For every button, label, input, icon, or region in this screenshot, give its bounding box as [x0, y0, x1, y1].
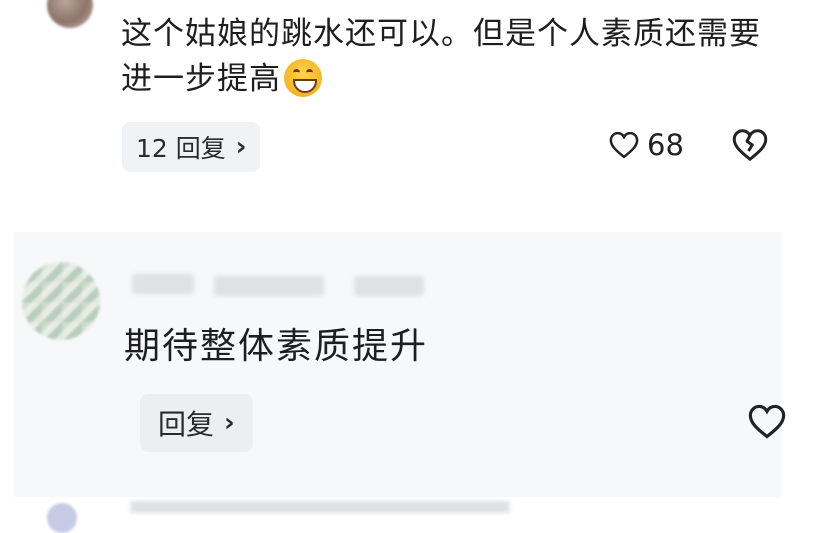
reply-label: 回复 — [158, 408, 215, 441]
heart-outline-icon — [609, 131, 639, 159]
location-obscured — [354, 276, 424, 296]
like-button[interactable]: 68 — [609, 128, 684, 162]
comment-text: 期待整体素质提升 — [124, 326, 429, 367]
username-obscured — [130, 501, 510, 513]
reply-label: 12 回复 — [136, 134, 226, 163]
comment-item: 期待整体素质提升 回复 › — [14, 232, 786, 497]
comment-item — [0, 497, 815, 533]
broken-heart-icon — [732, 129, 768, 162]
avatar[interactable] — [47, 503, 77, 533]
avatar[interactable] — [22, 262, 100, 340]
heart-outline-icon — [748, 404, 786, 439]
chevron-right-icon: › — [224, 408, 235, 438]
comment-item: 这个姑娘的跳水还可以。但是个人素质还需要进一步提高 12 回复 › 68 — [0, 0, 815, 215]
username-obscured — [132, 274, 194, 294]
view-replies-button[interactable]: 12 回复 › — [122, 122, 261, 172]
comment-text: 这个姑娘的跳水还可以。但是个人素质还需要进一步提高 — [121, 12, 771, 102]
timestamp-obscured — [214, 276, 324, 296]
comment-text-body: 这个姑娘的跳水还可以。但是个人素质还需要进一步提高 — [121, 16, 761, 97]
like-count: 68 — [647, 128, 684, 162]
laughing-emoji-icon — [284, 59, 322, 97]
avatar[interactable] — [47, 0, 93, 28]
like-button[interactable] — [748, 404, 786, 439]
chevron-right-icon: › — [235, 132, 247, 162]
dislike-button[interactable] — [732, 128, 768, 166]
reply-button[interactable]: 回复 › — [140, 394, 253, 452]
